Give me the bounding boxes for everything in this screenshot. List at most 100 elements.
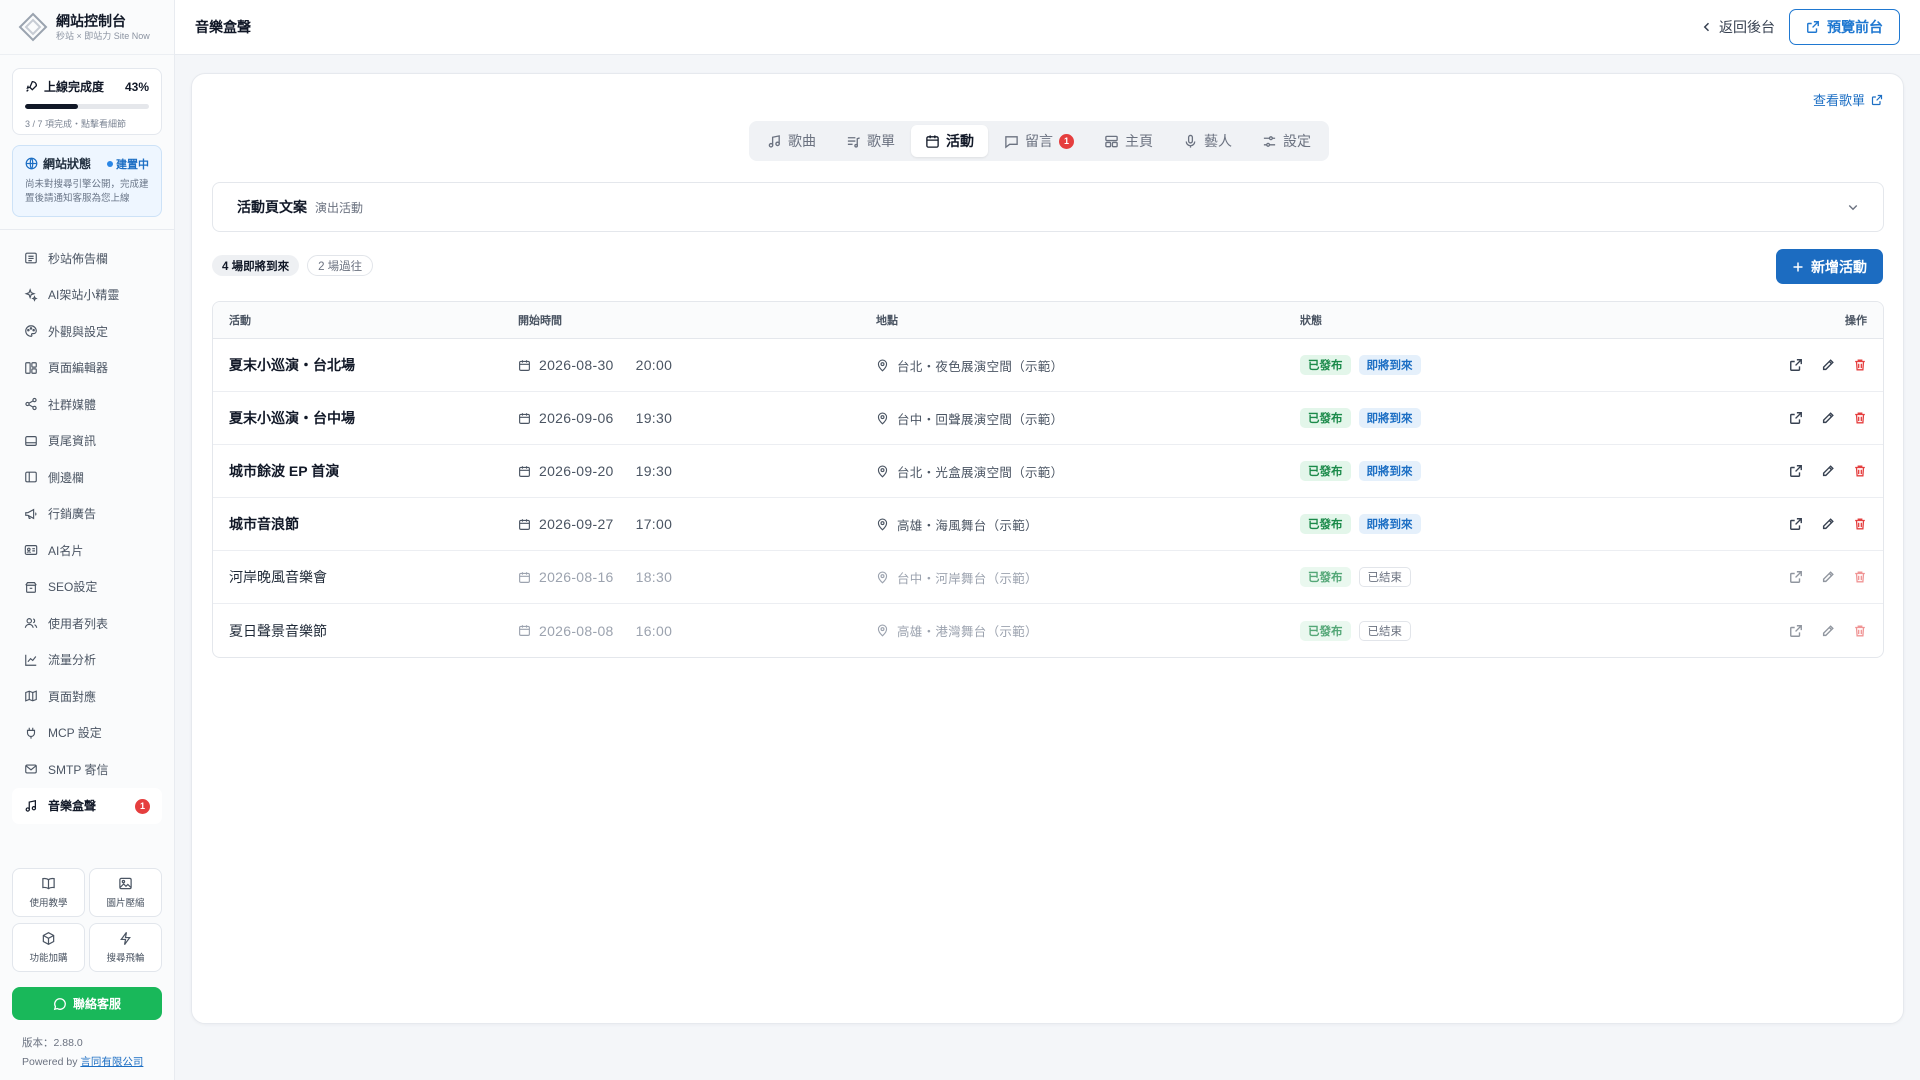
delete-icon[interactable] <box>1853 358 1867 372</box>
company-link[interactable]: 言同有限公司 <box>80 1056 143 1068</box>
event-name: 河岸晚風音樂會 <box>229 569 327 585</box>
event-page-copy-accordion[interactable]: 活動頁文案 演出活動 <box>212 182 1884 232</box>
delete-icon[interactable] <box>1853 624 1867 638</box>
edit-icon[interactable] <box>1821 570 1835 584</box>
tab-settings[interactable]: 設定 <box>1248 125 1325 157</box>
sidebar-item-marketing[interactable]: 行銷廣告 <box>12 496 162 533</box>
sidebar-item-footer[interactable]: 頁尾資訊 <box>12 423 162 460</box>
tab-songs[interactable]: 歌曲 <box>753 125 830 157</box>
delete-icon[interactable] <box>1853 517 1867 531</box>
logo-icon <box>18 12 48 42</box>
external-link-icon[interactable] <box>1789 517 1803 531</box>
event-name: 夏末小巡演・台北場 <box>229 357 355 373</box>
site-status-label: 網站狀態 <box>43 157 92 171</box>
table-header: 活動 開始時間 地點 狀態 操作 <box>213 302 1883 339</box>
preview-frontend-button[interactable]: 預覽前台 <box>1789 9 1900 45</box>
sidebar-item-users[interactable]: 使用者列表 <box>12 605 162 642</box>
edit-icon[interactable] <box>1821 358 1835 372</box>
home-layout-icon <box>1105 135 1118 147</box>
sidebar-item-label: 外觀與設定 <box>48 324 109 339</box>
chart-icon <box>25 654 37 666</box>
tab-label: 主頁 <box>1125 133 1153 149</box>
tool-label: 使用教學 <box>29 898 68 909</box>
edit-icon[interactable] <box>1821 464 1835 478</box>
delete-icon[interactable] <box>1853 464 1867 478</box>
edit-icon[interactable] <box>1821 624 1835 638</box>
sidebar-item-bulletin[interactable]: 秒站佈告欄 <box>12 240 162 277</box>
add-event-button[interactable]: 新增活動 <box>1776 249 1883 284</box>
event-name: 夏日聲景音樂節 <box>229 622 327 639</box>
tab-artists[interactable]: 藝人 <box>1169 125 1246 157</box>
sidebar-item-appearance[interactable]: 外觀與設定 <box>12 313 162 350</box>
filter-past[interactable]: 2 場過往 <box>307 255 374 276</box>
back-to-admin-link[interactable]: 返回後台 <box>1701 17 1775 37</box>
launch-progress-card[interactable]: 上線完成度 43% 3 / 7 項完成・點擊看細節 <box>12 68 162 135</box>
external-link-icon[interactable] <box>1789 464 1803 478</box>
message-icon <box>1005 135 1018 148</box>
edit-icon[interactable] <box>1821 517 1835 531</box>
music-icon <box>25 799 37 812</box>
delete-icon[interactable] <box>1853 411 1867 425</box>
sidebar-item-label: 流量分析 <box>48 653 97 668</box>
tool-label: 搜尋飛輪 <box>106 953 145 964</box>
table-row[interactable]: 城市音浪節 2026-09-27 17:00 高雄・海風舞台（示範） 已發布 即將… <box>213 498 1883 551</box>
search-flywheel-button[interactable]: 搜尋飛輪 <box>89 923 162 972</box>
sidebar-item-seo[interactable]: SEO設定 <box>12 569 162 606</box>
table-row[interactable]: 夏日聲景音樂節 2026-08-08 16:00 高雄・港灣舞台（示範） 已發布 … <box>213 604 1883 657</box>
edit-icon[interactable] <box>1821 411 1835 425</box>
tab-label: 留言 <box>1025 133 1053 149</box>
sidebar-item-music[interactable]: 音樂盒聲 1 <box>12 787 162 824</box>
event-place: 台北・光盒展演空間（示範） <box>876 462 1300 481</box>
table-row[interactable]: 河岸晚風音樂會 2026-08-16 18:30 台中・河岸舞台（示範） 已發布 … <box>213 551 1883 604</box>
event-date: 2026-09-06 <box>539 410 614 426</box>
table-row[interactable]: 夏末小巡演・台中場 2026-09-06 19:30 台中・回聲展演空間（示範） … <box>213 392 1883 445</box>
tab-events[interactable]: 活動 <box>911 125 988 157</box>
tutorial-button[interactable]: 使用教學 <box>12 868 85 917</box>
sidebar-item-label: 頁面編輯器 <box>48 361 109 376</box>
sidebar-item-ai-card[interactable]: AI名片 <box>12 532 162 569</box>
sidebar-item-page-map[interactable]: 頁面對應 <box>12 678 162 715</box>
newspaper-icon <box>25 252 37 264</box>
brand[interactable]: 網站控制台 秒站 × 即站力 Site Now <box>0 0 174 55</box>
tool-grid: 使用教學 圖片壓縮 功能加購 搜尋飛輪 <box>12 868 162 972</box>
event-time: 16:00 <box>635 622 673 639</box>
published-badge: 已發布 <box>1300 461 1351 481</box>
contact-support-button[interactable]: 聯絡客服 <box>12 987 162 1020</box>
sidebar-item-ai-wizard[interactable]: AI架站小精靈 <box>12 277 162 314</box>
sidebar-item-mcp[interactable]: MCP 設定 <box>12 715 162 752</box>
external-link-icon[interactable] <box>1789 624 1803 638</box>
sidebar-item-analytics[interactable]: 流量分析 <box>12 642 162 679</box>
external-link-icon[interactable] <box>1789 570 1803 584</box>
bolt-icon <box>120 932 131 945</box>
tool-label: 功能加購 <box>29 953 68 964</box>
sliders-icon <box>1263 135 1276 147</box>
view-playlist-link[interactable]: 查看歌單 <box>1813 90 1883 109</box>
status-badge: 即將到來 <box>1358 355 1421 375</box>
sidebar-item-sidebar[interactable]: 側邊欄 <box>12 459 162 496</box>
event-datetime: 2026-09-27 17:00 <box>518 516 876 532</box>
table-row[interactable]: 城市餘波 EP 首演 2026-09-20 19:30 台北・光盒展演空間（示範）… <box>213 445 1883 498</box>
status-dot-icon <box>107 160 113 167</box>
calendar-icon <box>519 359 530 371</box>
sidebar-item-smtp[interactable]: SMTP 寄信 <box>12 751 162 788</box>
tab-messages[interactable]: 留言 1 <box>990 125 1088 157</box>
external-link-icon[interactable] <box>1789 358 1803 372</box>
delete-icon[interactable] <box>1853 570 1867 584</box>
version-prefix: 版本： <box>22 1037 54 1049</box>
table-row[interactable]: 夏末小巡演・台北場 2026-08-30 20:00 台北・夜色展演空間（示範） … <box>213 339 1883 392</box>
event-place-text: 高雄・港灣舞台（示範） <box>897 625 1038 639</box>
sidebar-item-social[interactable]: 社群媒體 <box>12 386 162 423</box>
filter-upcoming[interactable]: 4 場即將到來 <box>212 255 300 276</box>
image-compress-button[interactable]: 圖片壓縮 <box>89 868 162 917</box>
event-place-text: 高雄・海風舞台（示範） <box>897 518 1038 533</box>
external-link-icon[interactable] <box>1789 411 1803 425</box>
tab-home[interactable]: 主頁 <box>1090 125 1167 157</box>
event-place: 台中・河岸舞台（示範） <box>876 568 1300 587</box>
event-time: 17:00 <box>635 516 673 532</box>
addons-button[interactable]: 功能加購 <box>12 923 85 972</box>
rocket-icon <box>26 80 38 92</box>
sidebar-item-page-editor[interactable]: 頁面編輯器 <box>12 350 162 387</box>
sidebar-item-label: AI名片 <box>48 543 84 558</box>
plug-icon <box>26 727 36 739</box>
tab-playlists[interactable]: 歌單 <box>832 125 909 157</box>
